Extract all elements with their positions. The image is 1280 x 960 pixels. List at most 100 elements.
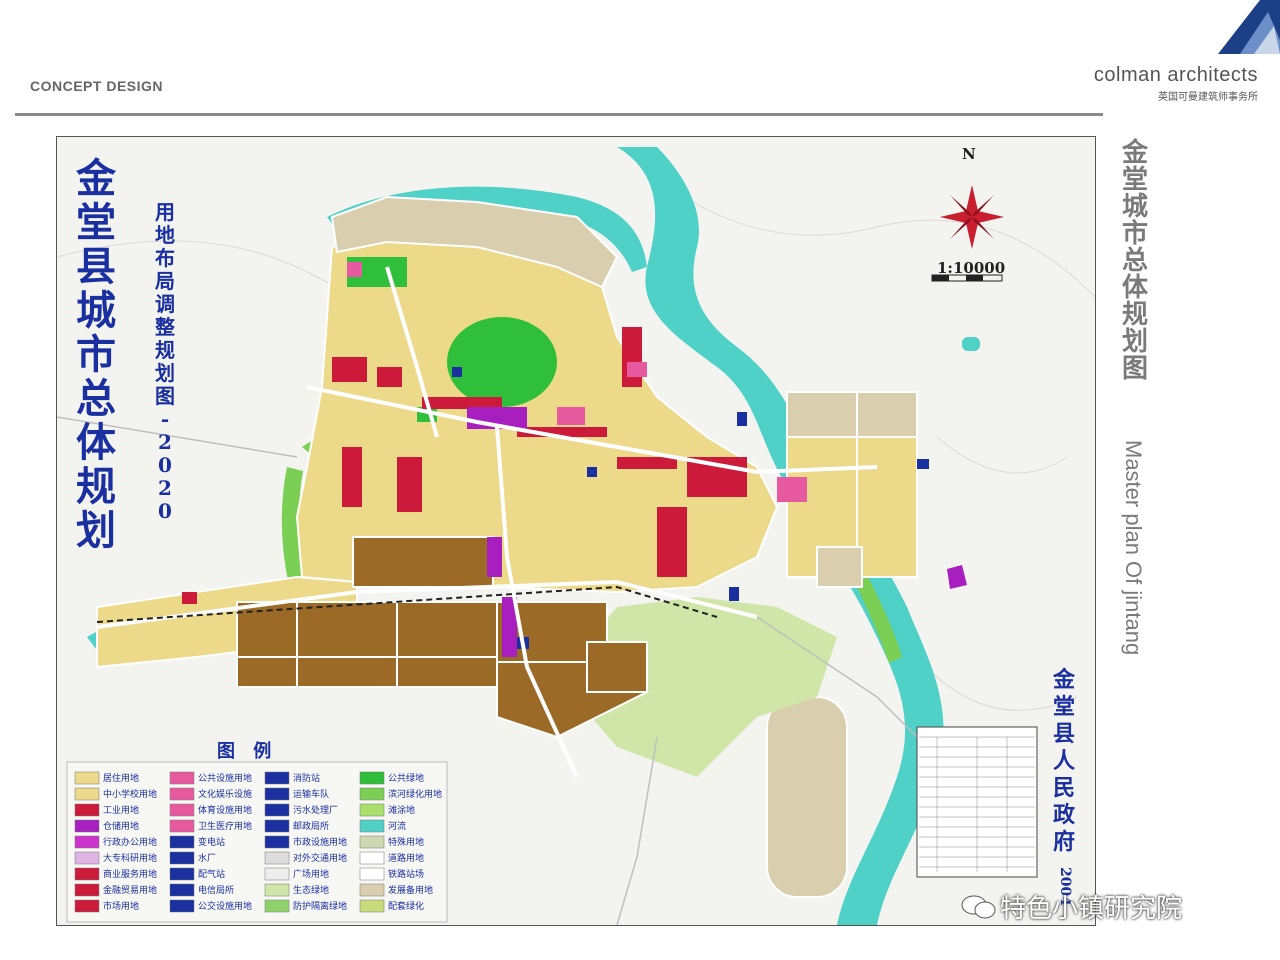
title-char: 整 — [155, 315, 175, 339]
title-char: 堂 — [1052, 694, 1075, 720]
authority-name: 金堂县人民政府 — [1047, 667, 1081, 856]
wechat-icon — [961, 895, 996, 919]
legend-swatch — [169, 851, 195, 865]
legend-swatch — [74, 819, 100, 833]
sidebar-char: 金 — [1121, 138, 1148, 168]
legend-label: 大专科研用地 — [103, 854, 158, 864]
legend-label: 电信局所 — [198, 886, 235, 896]
legend-label: 滩涂地 — [388, 806, 416, 816]
sidebar-char: 规 — [1121, 300, 1148, 330]
sidebar-title-cn: 金堂城市总体规划图 — [1118, 140, 1152, 383]
title-char: 县 — [1052, 721, 1075, 747]
legend-swatch — [359, 867, 385, 881]
legend-swatch — [74, 803, 100, 817]
legend-swatch — [264, 867, 290, 881]
legend-swatch — [74, 835, 100, 849]
title-char: 2 — [158, 430, 172, 454]
legend-label: 变电站 — [198, 838, 226, 848]
legend-label: 公交设施用地 — [198, 902, 253, 912]
legend-swatch — [74, 771, 100, 785]
title-char: 0 — [158, 499, 172, 523]
title-char: 金 — [76, 155, 116, 202]
legend-label: 工业用地 — [103, 806, 140, 816]
legend-label: 体育设施用地 — [198, 806, 253, 816]
legend-swatch — [169, 883, 195, 897]
legend-label: 铁路站场 — [388, 870, 425, 880]
title-char: - — [160, 407, 170, 431]
title-char: 图 — [155, 384, 175, 408]
sidebar-title-en: Master plan Of jintang — [1120, 440, 1148, 700]
sidebar-char: 市 — [1121, 219, 1148, 249]
title-char: 人 — [1052, 748, 1075, 774]
legend-label: 广场用地 — [293, 870, 330, 880]
title-char: 布 — [155, 246, 175, 270]
legend-swatch — [359, 771, 385, 785]
brand-block: colman architects 英国可曼建筑师事务所 — [1094, 64, 1258, 103]
title-char: 地 — [155, 223, 175, 247]
header-divider — [15, 113, 1103, 116]
legend-label: 配气站 — [198, 870, 226, 880]
legend-swatch — [359, 787, 385, 801]
title-char: 府 — [1052, 829, 1075, 855]
legend-label: 公共设施用地 — [198, 774, 253, 784]
brand-name: colman architects — [1093, 64, 1258, 86]
north-label: N — [962, 145, 976, 163]
sidebar-title-en-text: Master plan Of jintang — [1121, 440, 1146, 656]
legend-label: 道路用地 — [388, 854, 425, 864]
legend-swatch — [359, 803, 385, 817]
map-scale: 1:10000 — [937, 259, 1006, 277]
legend-swatch — [74, 787, 100, 801]
legend-swatch — [264, 771, 290, 785]
sidebar-char: 图 — [1121, 354, 1148, 384]
legend-label: 滨河绿化用地 — [388, 790, 443, 800]
title-char: 调 — [155, 292, 175, 316]
title-char: 划 — [155, 361, 175, 385]
legend-swatch — [264, 787, 290, 801]
map-subtitle: 用地布局调整规划图-2020 — [149, 201, 181, 523]
legend-label: 居住用地 — [103, 774, 140, 784]
legend-label: 河流 — [388, 822, 407, 832]
legend-swatch — [74, 883, 100, 897]
title-char: 局 — [155, 269, 175, 293]
sidebar-char: 体 — [1121, 273, 1148, 303]
legend-swatch — [169, 787, 195, 801]
section-label: CONCEPT DESIGN — [30, 78, 164, 94]
legend-swatch — [359, 883, 385, 897]
legend-label: 发展备用地 — [388, 886, 434, 896]
legend-swatch — [74, 851, 100, 865]
title-char: 2 — [158, 476, 172, 500]
title-char: 县 — [76, 243, 116, 290]
legend-swatch — [264, 883, 290, 897]
legend-label: 行政办公用地 — [103, 838, 158, 848]
sidebar-char: 堂 — [1121, 165, 1148, 195]
legend-label: 水厂 — [198, 854, 217, 864]
legend-swatch — [169, 835, 195, 849]
legend-swatch — [359, 899, 385, 913]
legend-label: 特殊用地 — [388, 838, 425, 848]
legend-swatch — [359, 819, 385, 833]
title-char: 城 — [76, 287, 116, 334]
legend-swatch — [264, 819, 290, 833]
legend-swatch — [264, 835, 290, 849]
watermark: 特色小镇研究院 — [1000, 894, 1183, 924]
legend-swatch — [264, 899, 290, 913]
legend-label: 消防站 — [293, 774, 321, 784]
legend-swatch — [359, 835, 385, 849]
title-char: 金 — [1052, 667, 1075, 693]
legend-swatch — [74, 899, 100, 913]
legend-swatch — [169, 771, 195, 785]
title-char: 用 — [155, 200, 175, 224]
legend-label: 中小学校用地 — [103, 790, 158, 800]
legend-label: 配套绿化 — [388, 902, 425, 912]
title-char: 民 — [1052, 775, 1075, 801]
legend-label: 生态绿地 — [293, 886, 330, 896]
legend-label: 市政设施用地 — [293, 838, 348, 848]
legend-label: 商业服务用地 — [103, 870, 158, 880]
legend-label: 文化娱乐设施 — [198, 790, 253, 800]
legend-label: 公共绿地 — [388, 774, 425, 784]
legend-swatch — [169, 819, 195, 833]
title-char: 市 — [76, 331, 116, 378]
legend-swatch — [169, 803, 195, 817]
legend-label: 邮政局所 — [293, 822, 330, 832]
sidebar-char: 城 — [1121, 192, 1148, 222]
